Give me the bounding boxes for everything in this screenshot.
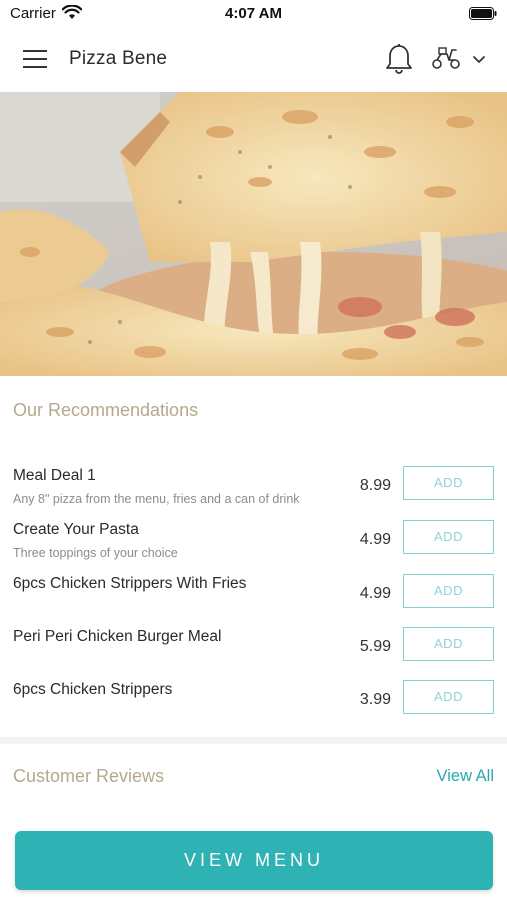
item-price: 8.99	[359, 477, 391, 494]
recommendations-heading: Our Recommendations	[13, 400, 199, 420]
view-all-link[interactable]: View All	[437, 767, 494, 786]
item-name: Meal Deal 1	[13, 467, 96, 484]
list-item: Peri Peri Chicken Burger Meal 5.99 ADD	[0, 625, 507, 675]
item-description: Three toppings of your choice	[13, 546, 178, 560]
list-item: Create Your Pasta Three toppings of your…	[0, 518, 507, 568]
list-item: 6pcs Chicken Strippers 3.99 ADD	[0, 678, 507, 728]
chevron-down-icon[interactable]	[472, 52, 486, 70]
list-item: 6pcs Chicken Strippers With Fries 4.99 A…	[0, 572, 507, 622]
bell-icon[interactable]	[385, 43, 413, 80]
item-name: Peri Peri Chicken Burger Meal	[13, 628, 222, 645]
add-button[interactable]: ADD	[403, 680, 494, 714]
add-button[interactable]: ADD	[403, 574, 494, 608]
view-menu-button[interactable]: VIEW MENU	[15, 831, 493, 890]
hamburger-menu-icon[interactable]	[22, 48, 48, 70]
reviews-heading: Customer Reviews	[13, 766, 165, 786]
list-item: Meal Deal 1 Any 8" pizza from the menu, …	[0, 464, 507, 514]
item-name: 6pcs Chicken Strippers With Fries	[13, 575, 247, 592]
battery-icon	[469, 7, 497, 25]
status-bar: Carrier 4:07 AM	[0, 0, 507, 28]
item-price: 5.99	[359, 638, 391, 655]
item-price: 4.99	[359, 531, 391, 548]
scooter-icon[interactable]	[431, 46, 461, 75]
item-price: 4.99	[359, 585, 391, 602]
add-button[interactable]: ADD	[403, 520, 494, 554]
item-name: Create Your Pasta	[13, 521, 139, 538]
item-description: Any 8" pizza from the menu, fries and a …	[13, 492, 300, 506]
add-button[interactable]: ADD	[403, 466, 494, 500]
add-button[interactable]: ADD	[403, 627, 494, 661]
page-title: Pizza Bene	[69, 48, 168, 69]
item-price: 3.99	[359, 691, 391, 708]
hero-pizza-image	[0, 92, 507, 376]
app-header: Pizza Bene	[0, 28, 507, 90]
item-name: 6pcs Chicken Strippers	[13, 681, 173, 698]
status-time: 4:07 AM	[225, 5, 282, 22]
section-divider	[0, 737, 507, 744]
